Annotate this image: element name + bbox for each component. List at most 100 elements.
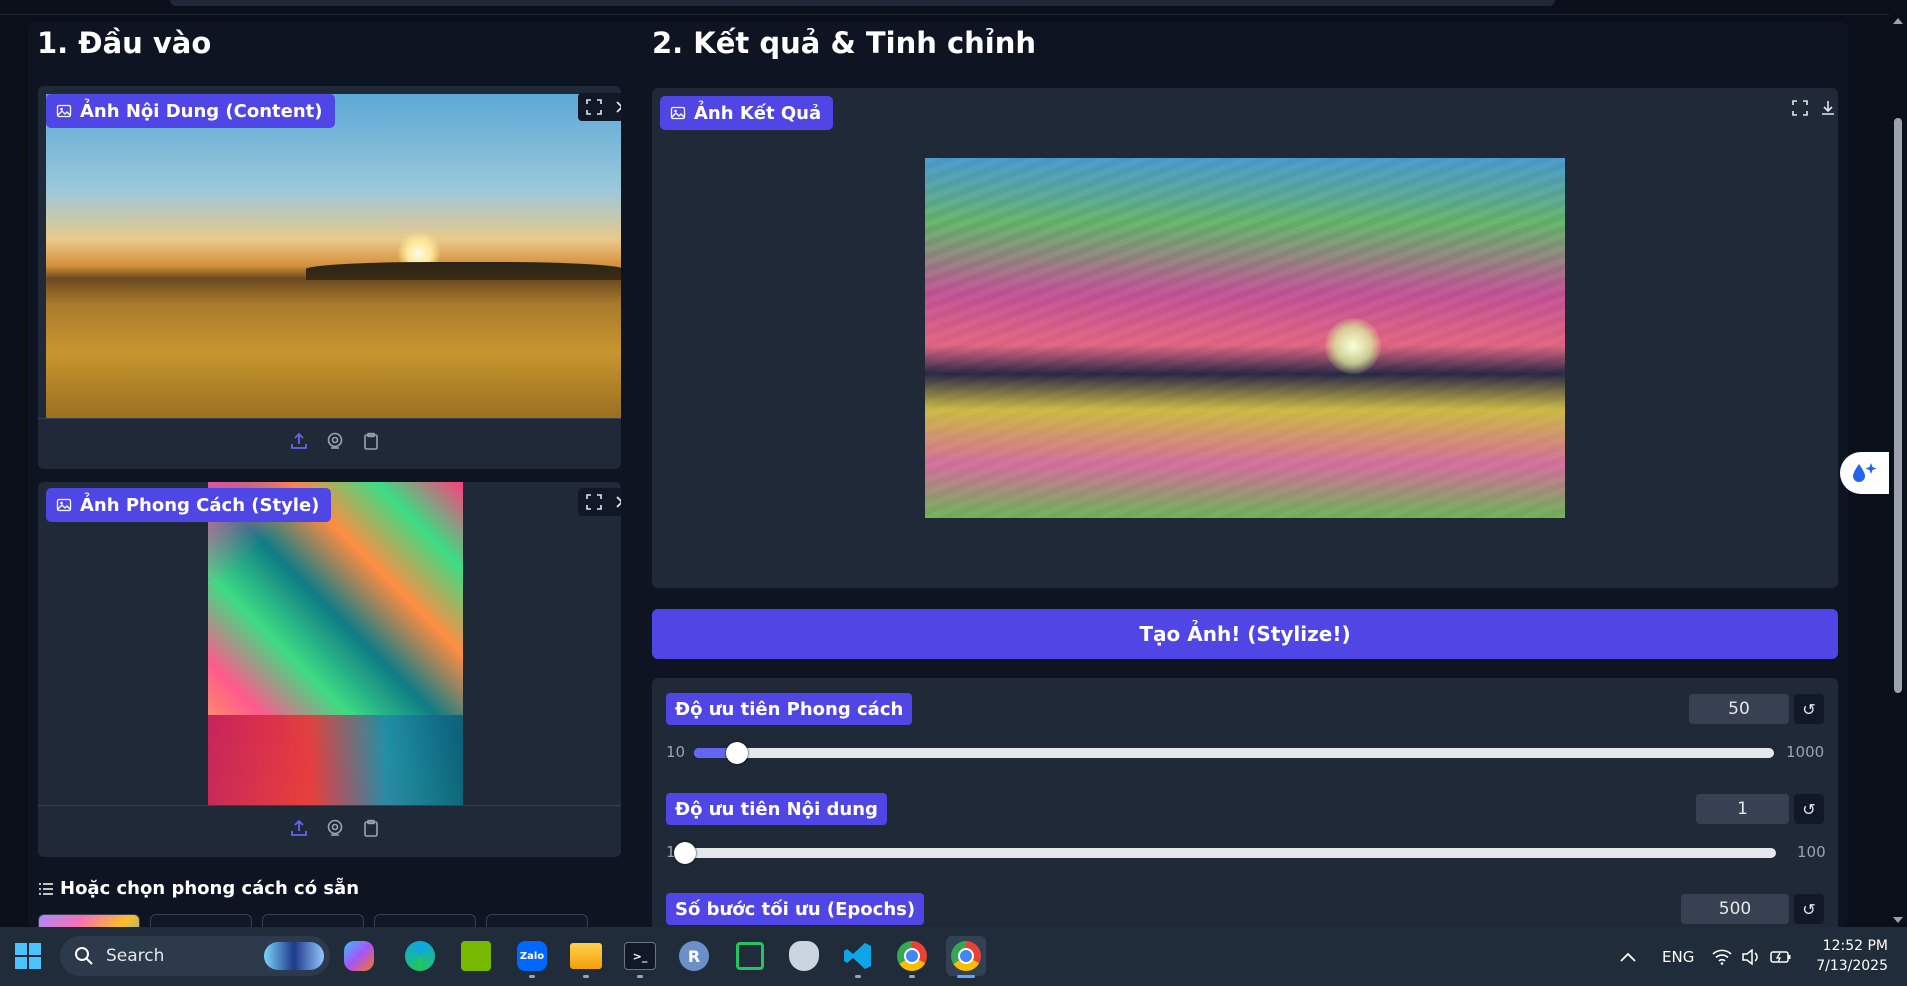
windows-start-icon[interactable] bbox=[8, 936, 48, 976]
style-image-controls bbox=[578, 488, 621, 516]
floating-assistant-button[interactable] bbox=[1840, 452, 1890, 494]
sparkle-drop-icon bbox=[1853, 463, 1877, 482]
upload-icon[interactable] bbox=[288, 430, 310, 452]
running-indicator bbox=[583, 975, 589, 978]
result-image-controls bbox=[1784, 94, 1838, 122]
windows-taskbar: Search Zalo >_ R ENG 12:52 PM 7/13/2025 bbox=[0, 927, 1907, 986]
style-image-label: Ảnh Phong Cách (Style) bbox=[46, 488, 332, 522]
result-image-label-text: Ảnh Kết Quả bbox=[694, 102, 822, 124]
search-icon bbox=[75, 947, 93, 965]
fullscreen-icon[interactable] bbox=[1788, 97, 1812, 119]
style-weight-thumb[interactable] bbox=[726, 742, 749, 764]
reset-icon[interactable]: ↺ bbox=[1794, 794, 1824, 824]
scroll-up-icon[interactable] bbox=[1893, 18, 1903, 24]
epochs-input[interactable]: 500 bbox=[1681, 894, 1789, 924]
tree-line bbox=[306, 262, 621, 280]
preset-style-item[interactable] bbox=[486, 914, 588, 927]
app-main: 1. Đầu vào Ảnh Nội Dung (Content) Ảnh Ph… bbox=[28, 22, 1848, 927]
image-icon bbox=[56, 104, 72, 118]
style-weight-input[interactable]: 50 bbox=[1689, 694, 1789, 724]
style-weight-slider[interactable] bbox=[694, 742, 1774, 764]
divider bbox=[38, 418, 621, 419]
content-image-label: Ảnh Nội Dung (Content) bbox=[46, 94, 335, 128]
style-weight-max: 1000 bbox=[1786, 743, 1825, 761]
system-tray-icons[interactable] bbox=[1712, 927, 1792, 986]
style-image-label-text: Ảnh Phong Cách (Style) bbox=[80, 494, 320, 516]
chrome-profile-icon[interactable] bbox=[946, 936, 986, 978]
volume-icon bbox=[1742, 948, 1758, 965]
content-weight-slider[interactable] bbox=[674, 842, 1776, 864]
content-weight-thumb[interactable] bbox=[674, 842, 696, 864]
terminal-icon[interactable]: >_ bbox=[620, 936, 660, 978]
chevron-up-icon bbox=[1620, 952, 1636, 962]
copilot-icon[interactable] bbox=[344, 941, 374, 971]
scrollbar-thumb[interactable] bbox=[1894, 118, 1902, 693]
list-icon bbox=[39, 882, 53, 895]
close-icon[interactable] bbox=[610, 96, 621, 118]
nvidia-icon[interactable] bbox=[456, 936, 496, 976]
content-image-panel: Ảnh Nội Dung (Content) bbox=[38, 86, 621, 469]
running-indicator bbox=[529, 975, 535, 978]
snipping-tool-icon[interactable] bbox=[730, 936, 770, 976]
download-icon[interactable] bbox=[1816, 97, 1838, 119]
fullscreen-icon[interactable] bbox=[582, 491, 606, 513]
vscode-icon[interactable] bbox=[838, 936, 878, 978]
running-indicator bbox=[855, 975, 861, 978]
preset-style-item[interactable] bbox=[374, 914, 476, 927]
fullscreen-icon[interactable] bbox=[582, 96, 606, 118]
close-icon[interactable] bbox=[610, 491, 621, 513]
stylize-button[interactable]: Tạo Ảnh! (Stylize!) bbox=[652, 609, 1838, 659]
show-hidden-icons[interactable] bbox=[1620, 927, 1636, 986]
active-indicator bbox=[957, 975, 975, 978]
input-section-title: 1. Đầu vào bbox=[37, 26, 212, 60]
result-image bbox=[925, 158, 1565, 518]
search-highlight-image bbox=[264, 942, 324, 970]
content-image-label-text: Ảnh Nội Dung (Content) bbox=[80, 100, 323, 122]
preset-style-item[interactable] bbox=[150, 914, 252, 927]
reset-icon[interactable]: ↺ bbox=[1794, 694, 1824, 724]
style-image-panel: Ảnh Phong Cách (Style) bbox=[38, 482, 621, 857]
zalo-icon[interactable]: Zalo bbox=[512, 936, 552, 978]
scroll-down-icon[interactable] bbox=[1893, 917, 1903, 923]
wifi-icon bbox=[1712, 949, 1732, 965]
divider bbox=[38, 805, 621, 806]
settings-panel: Độ ưu tiên Phong cách 50 ↺ 10 1000 Độ ưu… bbox=[652, 678, 1838, 927]
browser-bar bbox=[170, 0, 1555, 6]
file-explorer-icon[interactable] bbox=[566, 936, 606, 978]
preset-styles-title: Hoặc chọn phong cách có sẵn bbox=[38, 878, 359, 899]
webcam-icon[interactable] bbox=[324, 430, 346, 452]
page-scrollbar[interactable] bbox=[1889, 14, 1907, 927]
edge-icon[interactable] bbox=[400, 936, 440, 976]
clipboard-icon[interactable] bbox=[360, 430, 382, 452]
preset-style-item[interactable] bbox=[38, 914, 140, 927]
search-placeholder: Search bbox=[106, 946, 165, 966]
clock-time: 12:52 PM bbox=[1822, 938, 1888, 954]
result-section-title: 2. Kết quả & Tinh chỉnh bbox=[652, 26, 1037, 60]
running-indicator bbox=[909, 975, 915, 978]
battery-icon bbox=[1770, 950, 1791, 963]
language-indicator[interactable]: ENG bbox=[1662, 927, 1694, 986]
running-indicator bbox=[637, 975, 643, 978]
r-language-icon[interactable]: R bbox=[674, 936, 714, 976]
clock[interactable]: 12:52 PM 7/13/2025 bbox=[1808, 936, 1888, 976]
preset-style-item[interactable] bbox=[262, 914, 364, 927]
result-sun bbox=[1325, 318, 1381, 374]
content-image bbox=[46, 94, 621, 418]
upload-icon[interactable] bbox=[288, 817, 310, 839]
epochs-label: Số bước tối ưu (Epochs) bbox=[666, 893, 925, 925]
image-icon bbox=[670, 106, 686, 120]
style-upload-tools bbox=[288, 817, 382, 839]
chrome-icon[interactable] bbox=[892, 936, 932, 978]
style-image-bottom bbox=[208, 715, 463, 805]
content-upload-tools bbox=[288, 430, 382, 452]
content-weight-input[interactable]: 1 bbox=[1696, 794, 1789, 824]
clock-date: 7/13/2025 bbox=[1816, 958, 1888, 974]
webcam-icon[interactable] bbox=[324, 817, 346, 839]
clipboard-icon[interactable] bbox=[360, 817, 382, 839]
taskbar-search[interactable]: Search bbox=[60, 936, 330, 976]
reset-icon[interactable]: ↺ bbox=[1794, 894, 1824, 924]
result-image-panel: Ảnh Kết Quả bbox=[652, 88, 1838, 588]
content-weight-max: 100 bbox=[1797, 843, 1826, 861]
preset-styles-title-text: Hoặc chọn phong cách có sẵn bbox=[60, 878, 360, 899]
postgresql-icon[interactable] bbox=[784, 936, 824, 976]
